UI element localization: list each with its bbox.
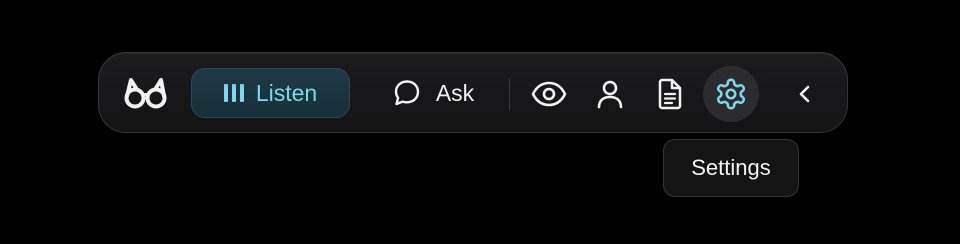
ask-button-label: Ask	[435, 79, 475, 106]
tooltip-text: Settings	[691, 155, 771, 180]
user-icon	[596, 79, 624, 109]
settings-tooltip: Settings	[663, 139, 799, 197]
visibility-button[interactable]	[521, 66, 577, 122]
glasses-logo-icon	[122, 72, 170, 114]
listen-button-label: Listen	[255, 79, 318, 106]
eye-icon	[531, 81, 567, 107]
toolbar-divider	[509, 78, 510, 110]
document-icon	[657, 78, 683, 110]
ask-button[interactable]: Ask	[380, 68, 486, 118]
listen-button[interactable]: Listen	[191, 68, 350, 118]
profile-button[interactable]	[582, 66, 638, 122]
gear-icon	[714, 77, 748, 111]
chevron-left-icon	[796, 83, 814, 105]
collapse-button[interactable]	[777, 66, 833, 122]
settings-button[interactable]	[703, 66, 759, 122]
notes-button[interactable]	[642, 66, 698, 122]
audio-bars-icon	[223, 84, 244, 102]
chat-bubble-icon	[392, 78, 422, 108]
